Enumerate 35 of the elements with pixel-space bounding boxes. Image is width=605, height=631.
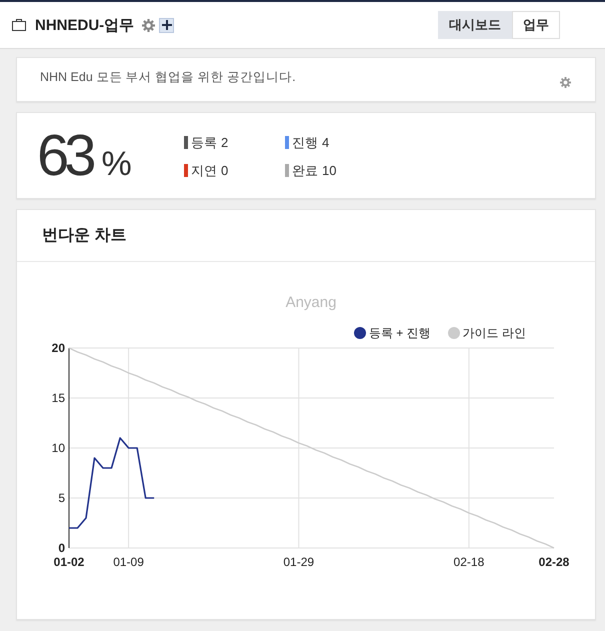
x-tick-label: 01-29 xyxy=(283,555,314,569)
chart-title: Anyang xyxy=(284,294,336,312)
x-tick-label: 01-09 xyxy=(113,555,144,569)
chart-panel-title: 번다운 차트 xyxy=(42,226,126,246)
plus-icon xyxy=(162,20,172,30)
y-tick-label: 20 xyxy=(52,341,65,355)
status-count: 2 xyxy=(221,135,228,150)
y-tick-label: 10 xyxy=(52,441,65,455)
status-label: 진행 xyxy=(292,134,318,152)
y-tick-label: 5 xyxy=(58,491,65,505)
workspace-title: NHNEDU-업무 xyxy=(35,16,134,34)
settings-icon[interactable] xyxy=(560,77,571,88)
x-tick-label: 02-28 xyxy=(538,555,570,569)
legend-label: 등록 + 진행 xyxy=(368,324,431,342)
status-count: 4 xyxy=(322,135,330,150)
workspace-description: NHN Edu 모든 부서 협업을 위한 공간입니다. xyxy=(40,69,296,86)
status-label: 완료 xyxy=(292,162,318,180)
status-count: 0 xyxy=(221,163,228,178)
y-tick-label: 15 xyxy=(52,391,65,405)
settings-icon[interactable] xyxy=(142,18,156,32)
legend-label: 가이드 라인 xyxy=(462,324,526,342)
status-label: 지연 xyxy=(191,162,217,180)
add-button[interactable] xyxy=(159,18,174,32)
x-tick-label: 01-02 xyxy=(54,555,84,569)
completion-percent: 63 xyxy=(37,126,92,184)
status-label: 등록 xyxy=(191,134,217,152)
briefcase-icon xyxy=(12,19,26,31)
status-count: 10 xyxy=(322,163,336,178)
legend-dot-icon xyxy=(354,327,366,339)
view-tab[interactable]: 대시보드 xyxy=(438,11,512,39)
x-tick-label: 02-18 xyxy=(454,555,484,569)
legend-dot-icon xyxy=(448,327,460,339)
y-tick-label: 0 xyxy=(58,541,65,555)
percent-sign: % xyxy=(102,146,132,180)
view-tab[interactable]: 업무 xyxy=(512,11,560,39)
